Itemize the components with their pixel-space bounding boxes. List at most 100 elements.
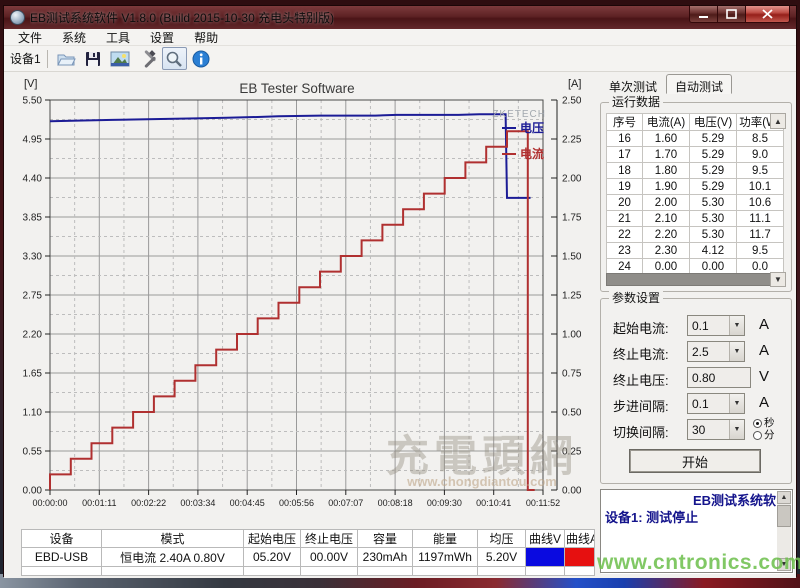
run-data-header-cell: 电流(A): [643, 114, 690, 131]
tools-button[interactable]: [135, 47, 160, 70]
close-icon: [762, 9, 773, 19]
run-data-cell: 1.60: [643, 131, 690, 147]
svg-text:1.75: 1.75: [562, 213, 582, 224]
interval-unit-radios: 秒 分: [753, 417, 775, 441]
save-floppy-icon: [84, 50, 102, 68]
chevron-down-icon[interactable]: ▼: [729, 394, 744, 413]
run-data-cell: 5.29: [690, 179, 737, 195]
svg-text:0.55: 0.55: [23, 447, 43, 458]
end-current-combo[interactable]: 2.5 ▼: [687, 341, 745, 362]
run-data-row[interactable]: 181.805.299.5: [607, 163, 784, 179]
svg-text:2.75: 2.75: [23, 291, 43, 302]
run-data-cell: 10.1: [737, 179, 784, 195]
run-data-cell: 1.70: [643, 147, 690, 163]
param-label: 切换间隔:: [613, 422, 669, 441]
run-data-cell: 1.90: [643, 179, 690, 195]
run-data-cell: 2.00: [643, 195, 690, 211]
svg-text:00:11:52: 00:11:52: [526, 498, 560, 508]
run-data-row[interactable]: 202.005.3010.6: [607, 195, 784, 211]
run-data-cell: 1.80: [643, 163, 690, 179]
svg-text:00:10:41: 00:10:41: [476, 498, 511, 508]
run-data-scroll-down[interactable]: ▼: [770, 272, 786, 287]
export-image-button[interactable]: [108, 47, 133, 70]
window-title: EB测试系统软件 V1.8.0 (Build 2015-10-30 充电头特别版…: [30, 9, 334, 26]
run-data-cell: 9.0: [737, 147, 784, 163]
minimize-button[interactable]: [689, 6, 718, 23]
left-axis-unit: [V]: [24, 78, 37, 90]
run-data-row[interactable]: 222.205.3011.7: [607, 227, 784, 243]
summary-header: 起始电压: [244, 530, 301, 548]
run-data-row[interactable]: 232.304.129.5: [607, 243, 784, 259]
chevron-down-icon[interactable]: ▼: [729, 316, 744, 335]
run-data-scroll-up[interactable]: ▲: [770, 113, 786, 129]
start-current-combo[interactable]: 0.1 ▼: [687, 315, 745, 336]
run-data-cell: 8.5: [737, 131, 784, 147]
close-button[interactable]: [745, 6, 790, 23]
run-data-scrollbar-track[interactable]: [606, 273, 783, 286]
chevron-down-icon[interactable]: ▼: [729, 420, 744, 439]
end-voltage-input[interactable]: 0.80: [687, 367, 751, 388]
menu-settings[interactable]: 设置: [140, 29, 184, 46]
run-data-table: 序号电流(A)电压(V)功率(W)161.605.298.5171.705.29…: [606, 113, 784, 275]
svg-text:0.00: 0.00: [562, 486, 582, 497]
svg-text:2.25: 2.25: [562, 135, 582, 146]
maximize-button[interactable]: [718, 6, 745, 23]
param-end-voltage: 终止电压: 0.80 V: [601, 367, 791, 389]
title-bar: EB测试系统软件 V1.8.0 (Build 2015-10-30 充电头特别版…: [4, 6, 796, 29]
info-button[interactable]: [189, 47, 214, 70]
step-interval-combo[interactable]: 0.1 ▼: [687, 393, 745, 414]
log-scroll-thumb[interactable]: [777, 505, 791, 527]
menu-tools[interactable]: 工具: [96, 29, 140, 46]
right-axis-unit: [A]: [568, 78, 581, 90]
svg-text:4.95: 4.95: [23, 135, 43, 146]
tab-auto-test[interactable]: 自动测试: [666, 74, 732, 94]
param-unit: A: [759, 394, 769, 411]
param-unit: A: [759, 342, 769, 359]
run-data-group: 运行数据 序号电流(A)电压(V)功率(W)161.605.298.5171.7…: [600, 102, 792, 292]
svg-text:1.65: 1.65: [23, 369, 43, 380]
image-icon: [110, 51, 130, 67]
run-data-cell: 16: [607, 131, 643, 147]
run-data-cell: 23: [607, 243, 643, 259]
summary-header: 曲线A: [565, 530, 595, 548]
menu-help[interactable]: 帮助: [184, 29, 228, 46]
radio-seconds[interactable]: 秒: [753, 417, 775, 429]
param-step-interval: 步进间隔: 0.1 ▼ A: [601, 393, 791, 415]
capacity-cell: 230mAh: [358, 548, 413, 567]
run-data-cell: 2.30: [643, 243, 690, 259]
end-voltage-cell: 00.00V: [301, 548, 358, 567]
run-data-row[interactable]: 212.105.3011.1: [607, 211, 784, 227]
menu-system[interactable]: 系统: [52, 29, 96, 46]
run-data-cell: 9.5: [737, 163, 784, 179]
switch-interval-combo[interactable]: 30 ▼: [687, 419, 745, 440]
curve-a-swatch: [565, 548, 595, 567]
summary-header: 设备: [22, 530, 102, 548]
summary-header: 能量: [413, 530, 478, 548]
run-data-cell: 4.12: [690, 243, 737, 259]
run-data-cell: 18: [607, 163, 643, 179]
save-button[interactable]: [81, 47, 106, 70]
svg-text:1.10: 1.10: [23, 408, 43, 419]
run-data-header-cell: 序号: [607, 114, 643, 131]
radio-minutes[interactable]: 分: [753, 429, 775, 441]
start-button[interactable]: 开始: [629, 449, 761, 473]
chevron-down-icon[interactable]: ▼: [729, 342, 744, 361]
log-line: 设备1: 测试停止: [605, 509, 776, 526]
log-scroll-up[interactable]: ▲: [777, 491, 791, 504]
info-icon: [192, 50, 210, 68]
run-data-row[interactable]: 171.705.299.0: [607, 147, 784, 163]
param-label: 步进间隔:: [613, 396, 669, 415]
open-file-button[interactable]: [54, 47, 79, 70]
zoom-button[interactable]: [162, 47, 187, 70]
svg-text:4.40: 4.40: [23, 174, 43, 185]
run-data-cell: 11.1: [737, 211, 784, 227]
menu-file[interactable]: 文件: [8, 29, 52, 46]
caption-buttons: [689, 6, 790, 23]
test-mode-tabs: 单次测试 自动测试: [600, 74, 732, 94]
tab-single-test[interactable]: 单次测试: [600, 74, 666, 94]
chart: EB Tester Software [V] [A] 5.504.954.403…: [10, 73, 598, 525]
legend-voltage: 电压: [520, 120, 544, 135]
summary-header: 容量: [358, 530, 413, 548]
run-data-row[interactable]: 161.605.298.5: [607, 131, 784, 147]
run-data-row[interactable]: 191.905.2910.1: [607, 179, 784, 195]
